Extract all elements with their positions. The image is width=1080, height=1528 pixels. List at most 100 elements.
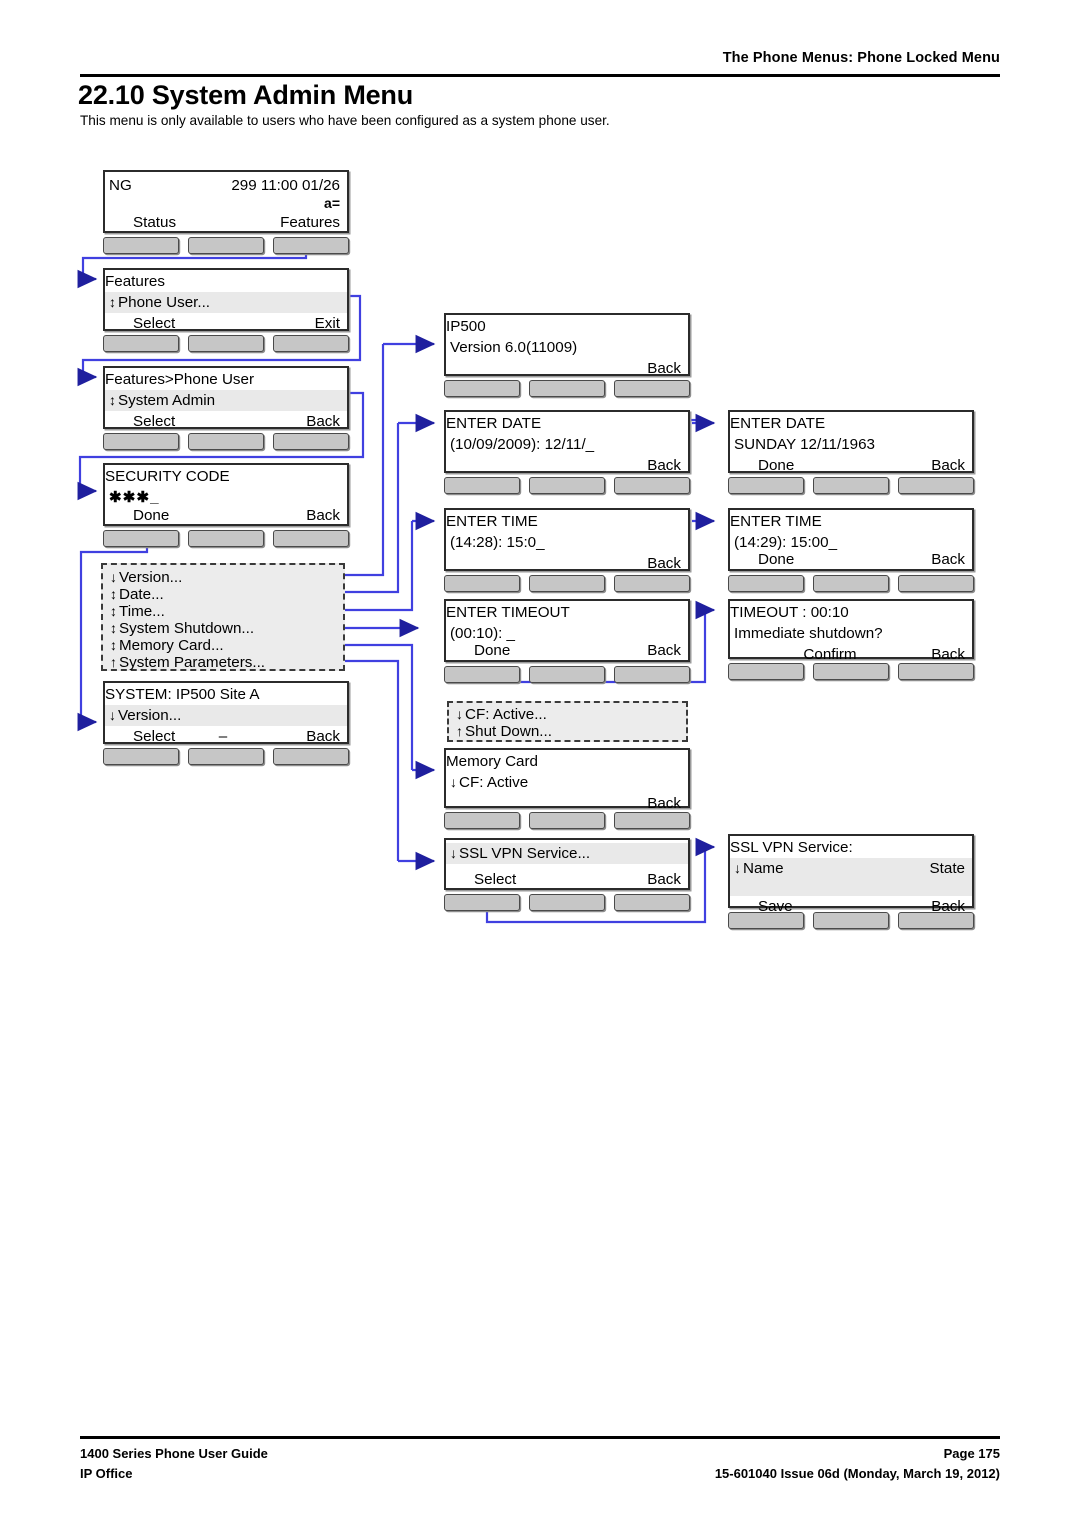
softkey-exit-label[interactable]: Exit (315, 313, 340, 334)
softkey-button-2[interactable] (529, 380, 605, 397)
phone-user-menu-item-system-admin[interactable]: ↕ System Admin (105, 390, 347, 411)
softkey-button-2[interactable] (529, 575, 605, 592)
enter-time-confirm-softkey-row (728, 575, 974, 593)
softkey-button-1[interactable] (444, 477, 520, 494)
phone-user-softkey-row (103, 433, 349, 451)
softkey-button-1[interactable] (728, 912, 804, 929)
softkey-button-3[interactable] (898, 912, 974, 929)
softkey-button-3[interactable] (898, 575, 974, 592)
list-item[interactable]: ↕ Memory Card... (106, 637, 343, 654)
softkey-button-1[interactable] (103, 530, 179, 547)
idle-user-name: NG (109, 177, 132, 194)
softkey-button-3[interactable] (273, 748, 349, 765)
softkey-button-3[interactable] (898, 663, 974, 680)
softkey-done-label[interactable]: Done (133, 505, 169, 526)
softkey-done-label[interactable]: Done (474, 640, 510, 661)
softkey-button-3[interactable] (273, 530, 349, 547)
softkey-select-label[interactable]: Select (133, 313, 175, 334)
softkey-button-2[interactable] (188, 237, 264, 254)
list-item[interactable]: ↓ Version... (106, 569, 343, 586)
idle-screen: NG 299 11:00 01/26 a= Status Features (103, 170, 349, 233)
softkey-button-1[interactable] (103, 748, 179, 765)
enter-date-title: ENTER DATE (446, 415, 542, 432)
softkey-button-2[interactable] (529, 477, 605, 494)
softkey-back-label[interactable]: Back (306, 505, 340, 526)
softkey-button-2[interactable] (529, 812, 605, 829)
softkey-back-label[interactable]: Back (647, 640, 681, 661)
list-item[interactable]: ↕ Time... (106, 603, 343, 620)
enter-time-value-row[interactable]: (14:28): 15:0_ (446, 532, 688, 553)
softkey-back-label[interactable]: Back (647, 455, 681, 476)
list-item[interactable]: ↑ System Parameters... (106, 654, 343, 671)
softkey-button-3[interactable] (614, 666, 690, 683)
softkey-button-2[interactable] (188, 530, 264, 547)
softkey-button-1[interactable] (103, 237, 179, 254)
softkey-back-label[interactable]: Back (647, 793, 681, 814)
enter-date-screen: ENTER DATE (10/09/2009): 12/11/_ Back (444, 410, 690, 476)
softkey-select-label[interactable]: Select (474, 869, 516, 890)
list-item[interactable]: ↕ System Shutdown... (106, 620, 343, 637)
system-site-softkey-labels: Select – Back (105, 726, 347, 747)
memory-card-item-row[interactable]: ↓ CF: Active (446, 772, 688, 793)
phone-user-menu-title: Features>Phone User (105, 371, 255, 388)
softkey-button-1[interactable] (728, 477, 804, 494)
softkey-features-label[interactable]: Features (280, 212, 340, 233)
softkey-button-3[interactable] (614, 477, 690, 494)
softkey-back-label[interactable]: Back (647, 869, 681, 890)
softkey-done-label[interactable]: Done (758, 549, 794, 570)
softkey-button-1[interactable] (444, 575, 520, 592)
enter-time-confirm-unit: ENTER TIME (14:29): 15:00_ Done Back (728, 508, 974, 593)
softkey-dash-label[interactable]: – (219, 726, 227, 747)
enter-time-softkey-row (444, 575, 690, 593)
softkey-back-label[interactable]: Back (931, 644, 965, 665)
list-item[interactable]: ↑ Shut Down... (452, 723, 686, 740)
softkey-button-3[interactable] (898, 477, 974, 494)
softkey-done-label[interactable]: Done (758, 455, 794, 476)
features-menu-item-phone-user[interactable]: ↕ Phone User... (105, 292, 347, 313)
softkey-button-1[interactable] (444, 894, 520, 911)
softkey-button-3[interactable] (614, 894, 690, 911)
softkey-button-3[interactable] (273, 433, 349, 450)
softkey-button-2[interactable] (529, 666, 605, 683)
softkey-back-label[interactable]: Back (306, 726, 340, 747)
system-site-item-version[interactable]: ↓ Version... (105, 705, 347, 726)
softkey-button-2[interactable] (188, 748, 264, 765)
softkey-button-1[interactable] (444, 380, 520, 397)
softkey-button-2[interactable] (188, 433, 264, 450)
softkey-button-1[interactable] (103, 433, 179, 450)
softkey-button-1[interactable] (444, 666, 520, 683)
softkey-button-3[interactable] (273, 237, 349, 254)
softkey-button-1[interactable] (728, 575, 804, 592)
softkey-button-1[interactable] (103, 335, 179, 352)
softkey-button-1[interactable] (444, 812, 520, 829)
security-code-screen: SECURITY CODE ✱✱✱_ Done Back (103, 463, 349, 526)
softkey-select-label[interactable]: Select (133, 411, 175, 432)
ssl-vpn-detail-header-row[interactable]: ↓ Name State (730, 858, 972, 896)
enter-date-value-row[interactable]: (10/09/2009): 12/11/_ (446, 434, 688, 455)
list-item[interactable]: ↕ Date... (106, 586, 343, 603)
softkey-button-3[interactable] (614, 380, 690, 397)
softkey-button-2[interactable] (813, 912, 889, 929)
list-item-label: Shut Down... (465, 723, 552, 740)
softkey-select-label[interactable]: Select (133, 726, 175, 747)
softkey-status-label[interactable]: Status (133, 212, 176, 233)
list-item[interactable]: ↓ CF: Active... (452, 706, 686, 723)
softkey-button-2[interactable] (813, 575, 889, 592)
softkey-button-2[interactable] (529, 894, 605, 911)
softkey-button-3[interactable] (614, 575, 690, 592)
version-softkey-row (444, 380, 690, 398)
softkey-button-2[interactable] (813, 477, 889, 494)
softkey-back-label[interactable]: Back (931, 455, 965, 476)
softkey-button-2[interactable] (813, 663, 889, 680)
softkey-back-label[interactable]: Back (931, 549, 965, 570)
softkey-button-2[interactable] (188, 335, 264, 352)
ssl-vpn-option-item[interactable]: ↓ SSL VPN Service... (446, 843, 688, 864)
softkey-confirm-label[interactable]: Confirm (803, 644, 856, 665)
softkey-button-3[interactable] (614, 812, 690, 829)
ssl-vpn-detail-title: SSL VPN Service: (730, 839, 853, 856)
softkey-back-label[interactable]: Back (306, 411, 340, 432)
softkey-back-label[interactable]: Back (647, 553, 681, 574)
softkey-button-3[interactable] (273, 335, 349, 352)
softkey-button-1[interactable] (728, 663, 804, 680)
softkey-back-label[interactable]: Back (647, 358, 681, 379)
